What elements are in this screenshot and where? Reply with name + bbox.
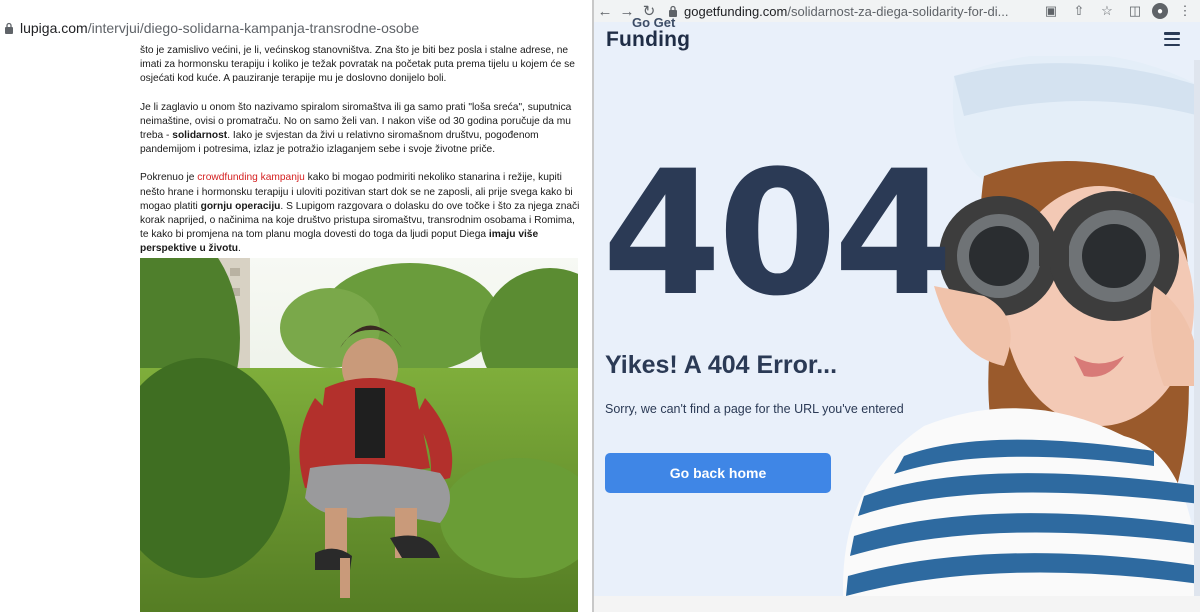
right-browser-window: ← → ↻ gogetfunding.com/solidarnost-za-di…: [594, 0, 1200, 612]
article-body: što je zamislivo većini, je li, većinsko…: [140, 44, 580, 271]
side-panel-icon[interactable]: ◫: [1124, 0, 1146, 22]
left-url-path: /intervjui/diego-solidarna-kampanja-tran…: [87, 20, 420, 36]
lock-icon: [5, 22, 13, 34]
toolbar-icons: ▣ ⇧ ☆ ◫ ● ⋮: [1040, 0, 1196, 22]
translate-icon[interactable]: ▣: [1040, 0, 1062, 22]
hamburger-menu-icon[interactable]: [1164, 32, 1180, 46]
error-subtitle: Sorry, we can't find a page for the URL …: [605, 402, 904, 416]
article-paragraph-1: što je zamislivo većini, je li, većinsko…: [140, 45, 575, 85]
article-paragraph-3: Pokrenuo je crowdfunding kampanju kako b…: [140, 172, 580, 255]
footer-strip: [594, 596, 1200, 612]
url-host: gogetfunding.com: [684, 3, 788, 19]
page-scrollbar[interactable]: [1194, 60, 1200, 600]
address-bar[interactable]: gogetfunding.com/solidarnost-za-diega-so…: [668, 0, 1068, 22]
bookmark-star-icon[interactable]: ☆: [1096, 0, 1118, 22]
article-photo: [140, 258, 578, 612]
left-tab-strip: [0, 0, 592, 14]
site-header: Go Get Funding: [594, 16, 1200, 60]
url-path: /solidarnost-za-diega-solidarity-for-di.…: [787, 3, 1009, 19]
article-paragraph-2: Je li zaglavio u onom što nazivamo spira…: [140, 101, 572, 156]
crowdfunding-link[interactable]: crowdfunding kampanju: [197, 172, 305, 183]
left-address-bar[interactable]: lupiga.com/intervjui/diego-solidarna-kam…: [0, 14, 592, 42]
error-code: 404: [602, 133, 953, 334]
go-back-home-button[interactable]: Go back home: [605, 453, 831, 493]
error-title: Yikes! A 404 Error...: [605, 351, 838, 379]
logo-line-2: Funding: [606, 28, 691, 51]
gogetfunding-logo[interactable]: Go Get Funding: [606, 16, 690, 50]
left-browser-window: lupiga.com/intervjui/diego-solidarna-kam…: [0, 0, 592, 612]
kebab-menu-icon[interactable]: ⋮: [1174, 0, 1196, 22]
logo-line-1: Go Get: [632, 15, 676, 30]
profile-avatar-icon[interactable]: ●: [1152, 3, 1168, 19]
bold-solidarnost: solidarnost: [172, 130, 228, 142]
share-icon[interactable]: ⇧: [1068, 0, 1090, 22]
left-url-host: lupiga.com: [20, 20, 88, 36]
